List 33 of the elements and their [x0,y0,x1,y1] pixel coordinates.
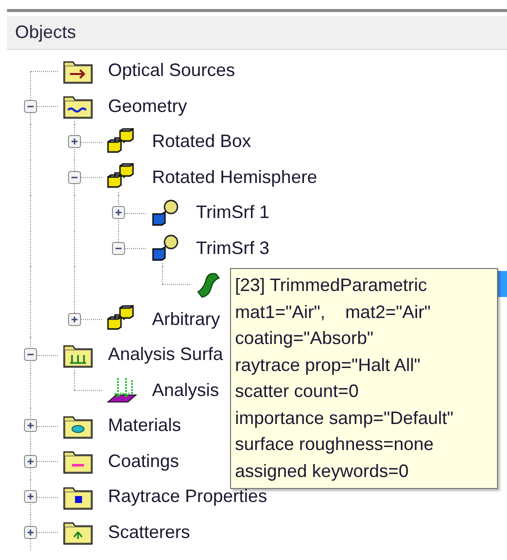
expander-toggle[interactable] [112,242,125,255]
expander-toggle[interactable] [24,490,37,504]
tree-item[interactable]: Rotated Hemisphere [149,164,320,190]
expander-toggle[interactable] [24,100,37,113]
expander-toggle[interactable] [24,454,37,468]
tree-item[interactable]: Arbitrary [149,306,224,332]
tree-item[interactable]: Raytrace Properties [105,484,270,510]
tree-item[interactable]: Analysis [149,378,222,403]
tree-item[interactable]: Coatings [105,448,182,474]
tooltip-line: mat1="Air", mat2="Air" [235,300,432,324]
tree-item[interactable]: TrimSrf 1 [193,200,272,226]
tree-item[interactable]: Rotated Box [149,129,254,154]
tooltip-line: assigned keywords=0 [235,460,410,483]
tooltip-line: raytrace prop="Halt All" [235,354,422,377]
expander-toggle[interactable] [112,206,125,220]
expander-toggle[interactable] [24,419,37,432]
tooltip-line: [23] TrimmedParametric [235,274,428,297]
tooltip-line: importance samp="Default" [235,406,454,430]
expander-toggle[interactable] [24,348,37,362]
panel-title: Objects [15,22,76,43]
tree-item[interactable]: Geometry [105,94,190,119]
tooltip-line: coating="Absorb" [235,327,374,350]
tree-item[interactable]: Materials [105,413,184,438]
tree-item[interactable]: Scatterers [105,520,194,545]
tree-item[interactable]: TrimSrf 3 [193,236,272,261]
tooltip-line: surface roughness=none [235,433,435,456]
expander-toggle[interactable] [68,170,81,184]
expander-toggle[interactable] [68,312,81,326]
expander-toggle[interactable] [68,135,81,148]
tree-item[interactable]: Analysis Surfa [105,342,226,368]
expander-toggle[interactable] [24,526,37,539]
tree-item[interactable]: Optical Sources [105,58,238,84]
tooltip-line: scatter count=0 [235,380,360,403]
